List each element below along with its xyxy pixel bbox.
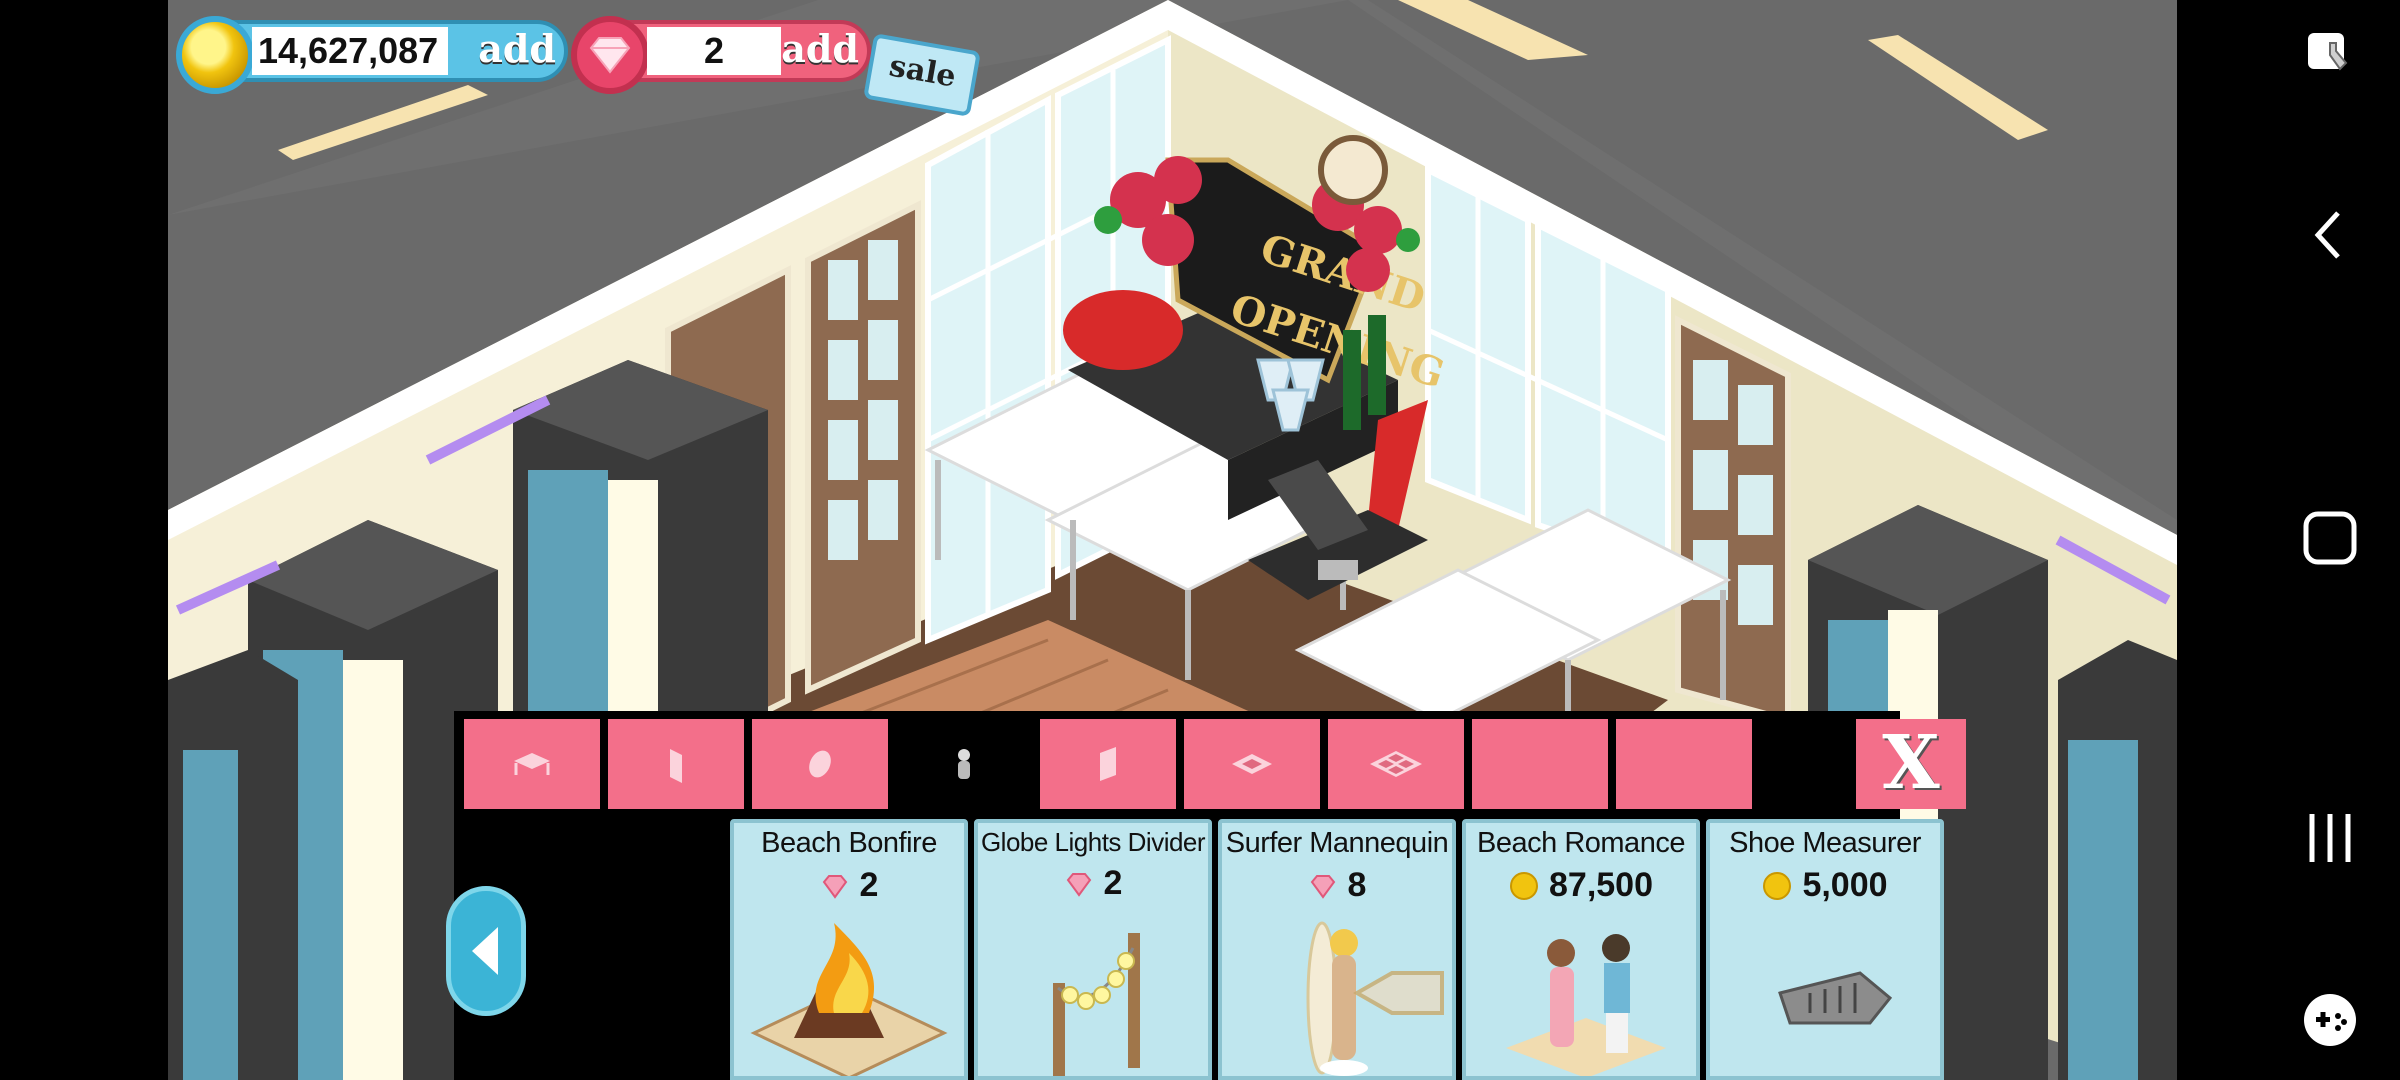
gems-counter: 2 add — [571, 16, 871, 94]
home-icon[interactable] — [2300, 508, 2360, 568]
close-shop-button[interactable]: X — [1856, 719, 1966, 809]
beach-romance-image — [1506, 934, 1666, 1076]
item-price-value: 8 — [1347, 866, 1367, 904]
coins-counter: 14,627,087 add — [176, 16, 568, 94]
item-price-value: 5,000 — [1802, 866, 1888, 904]
item-price: 8 — [1222, 866, 1452, 905]
gallery-icon[interactable] — [2300, 25, 2360, 85]
item-price-value: 2 — [1103, 864, 1123, 902]
shop-panel: X Beach Bonfire 2 Globe Lights Divider 2… — [446, 711, 1966, 1080]
coins-value: 14,627,087 — [252, 27, 448, 75]
game-viewport[interactable]: GRAND OPENING 14,627,087 add 2 add sale … — [168, 0, 2177, 1080]
item-name: Globe Lights Divider — [980, 827, 1206, 857]
mannequin-icon — [958, 749, 970, 779]
add-coins-button[interactable]: add — [478, 27, 556, 75]
gems-value: 2 — [647, 27, 781, 75]
item-card-beach-romance[interactable]: Beach Romance 87,500 — [1462, 819, 1700, 1080]
back-icon[interactable] — [2300, 205, 2360, 265]
add-gems-button[interactable]: add — [781, 27, 859, 75]
tab-doors[interactable] — [608, 719, 744, 809]
previous-page-button[interactable] — [446, 886, 526, 1016]
item-name: Beach Romance — [1477, 827, 1685, 859]
floor-pattern-icon — [1370, 751, 1422, 777]
gem-icon — [1310, 874, 1335, 899]
item-name: Beach Bonfire — [761, 827, 937, 859]
item-card-globe-lights-divider[interactable]: Globe Lights Divider 2 — [974, 819, 1212, 1080]
gem-icon — [822, 874, 847, 899]
tab-walls[interactable] — [1040, 719, 1176, 809]
item-card-beach-bonfire[interactable]: Beach Bonfire 2 — [730, 819, 968, 1080]
door-icon — [670, 749, 682, 783]
gem-icon — [571, 16, 649, 94]
globe-lights-image — [1053, 933, 1140, 1076]
item-price-value: 87,500 — [1549, 866, 1653, 904]
tab-floor-patterns[interactable] — [1328, 719, 1464, 809]
item-card-shoe-measurer[interactable]: Shoe Measurer 5,000 — [1706, 819, 1944, 1080]
recents-icon[interactable] — [2300, 808, 2360, 868]
item-name: Surfer Mannequin — [1225, 827, 1449, 859]
coin-icon — [1510, 871, 1538, 900]
table-icon — [514, 753, 550, 775]
coin-icon — [1763, 871, 1792, 900]
tab-tables[interactable] — [464, 719, 600, 809]
item-price: 2 — [978, 864, 1208, 903]
tab-floors[interactable] — [1184, 719, 1320, 809]
shoe-measurer-image — [1778, 971, 1893, 1025]
wall-icon — [1100, 747, 1116, 781]
item-price: 5,000 — [1710, 866, 1940, 905]
tab-wall-decor[interactable] — [752, 719, 888, 809]
item-name: Shoe Measurer — [1729, 827, 1921, 859]
floor-tile-icon — [1232, 754, 1272, 774]
item-price-value: 2 — [859, 866, 879, 904]
arrow-left-icon — [472, 927, 498, 975]
clock-icon — [809, 750, 831, 778]
bonfire-image — [750, 923, 948, 1076]
gem-icon — [1066, 872, 1091, 897]
tab-mannequins[interactable] — [896, 719, 1032, 809]
game-tools-icon[interactable] — [2300, 990, 2360, 1050]
item-price: 2 — [734, 866, 964, 905]
item-price: 87,500 — [1466, 866, 1696, 905]
item-card-surfer-mannequin[interactable]: Surfer Mannequin 8 — [1218, 819, 1456, 1080]
coin-icon — [176, 16, 254, 94]
tab-empty-1[interactable] — [1472, 719, 1608, 809]
surfer-mannequin-image — [1306, 921, 1444, 1076]
tab-empty-2[interactable] — [1616, 719, 1752, 809]
